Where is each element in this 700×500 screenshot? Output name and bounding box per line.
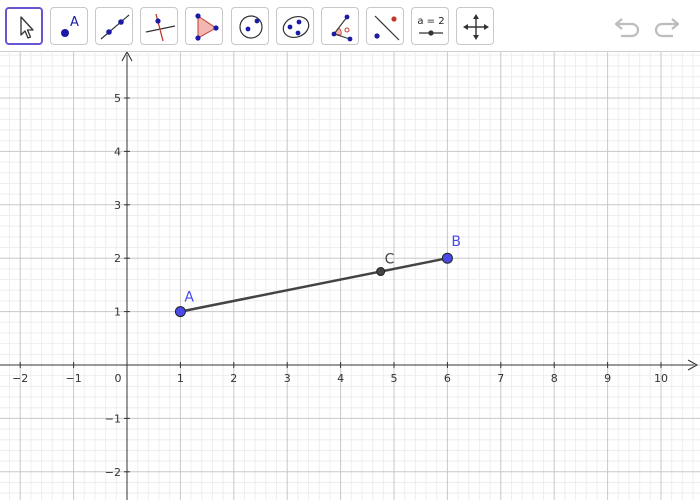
x-tick-label: 2: [230, 372, 237, 385]
conic-ellipse-icon: [282, 16, 310, 38]
y-tick-label: −2: [105, 466, 121, 479]
y-tick-label: 5: [114, 92, 121, 105]
segment-a-b[interactable]: [180, 256, 448, 313]
x-tick-label: −1: [65, 372, 81, 385]
x-tick-label: 6: [444, 372, 451, 385]
x-tick-label: 3: [284, 372, 291, 385]
redo-button[interactable]: [650, 12, 682, 40]
x-tick-label: 9: [604, 372, 611, 385]
x-tick-label: 10: [654, 372, 668, 385]
angle-tool-button[interactable]: [321, 7, 359, 45]
y-tick-labels: 5 4 3 2 1 −1 −2: [105, 92, 130, 479]
polygon-icon: [195, 13, 219, 41]
undo-icon: [614, 18, 640, 38]
y-tick-label: 3: [114, 199, 121, 212]
point-a[interactable]: [174, 306, 186, 318]
x-tick-label: 7: [497, 372, 504, 385]
toolbar: A a = 2: [0, 0, 700, 52]
x-tick-label: 4: [337, 372, 344, 385]
x-tick-label: −2: [12, 372, 28, 385]
x-axis: [0, 359, 699, 371]
y-tick-label: 2: [114, 252, 121, 265]
point-b[interactable]: [441, 252, 453, 264]
graphics-view[interactable]: −2 −1 0 1 2 3 4 5 6 7 8 9 10 5 4 3 2 1 −1 −2 A B C: [0, 52, 700, 500]
move-view-tool-button[interactable]: [456, 7, 494, 45]
perpendicular-tool-button[interactable]: [140, 7, 178, 45]
point-label-a: A: [184, 290, 194, 306]
x-tick-label: 0: [115, 372, 122, 385]
redo-icon: [654, 18, 680, 38]
reflect-about-line-icon: [374, 15, 400, 41]
conic-tool-button[interactable]: [276, 7, 314, 45]
point-tool-button[interactable]: A: [50, 7, 88, 45]
undo-button[interactable]: [612, 12, 644, 40]
move-graphics-view-icon: [463, 14, 489, 40]
angle-icon: [331, 14, 353, 42]
x-tick-label: 8: [551, 372, 558, 385]
slider-icon: a = 2: [417, 16, 445, 36]
circle-tool-button[interactable]: [231, 7, 269, 45]
circle-center-point-icon: [239, 15, 263, 39]
point-tool-label: A: [70, 15, 79, 30]
slider-tool-label: a = 2: [417, 16, 444, 27]
polygon-tool-button[interactable]: [185, 7, 223, 45]
point-icon: A: [61, 15, 79, 37]
y-tick-label: 1: [114, 306, 121, 319]
move-tool-button[interactable]: [5, 7, 43, 45]
minor-grid: [0, 52, 700, 500]
x-tick-label: 5: [391, 372, 398, 385]
line-through-points-icon: [100, 14, 130, 40]
point-label-c: C: [385, 252, 395, 268]
reflect-tool-button[interactable]: [366, 7, 404, 45]
y-tick-label: 4: [114, 145, 121, 158]
point-label-b: B: [451, 234, 461, 250]
y-tick-label: −1: [105, 412, 121, 425]
x-tick-label: 1: [177, 372, 184, 385]
point-c[interactable]: [376, 267, 386, 277]
cursor-arrow-icon: [20, 16, 34, 39]
slider-tool-button[interactable]: a = 2: [411, 7, 449, 45]
line-tool-button[interactable]: [95, 7, 133, 45]
perpendicular-line-icon: [145, 13, 176, 42]
